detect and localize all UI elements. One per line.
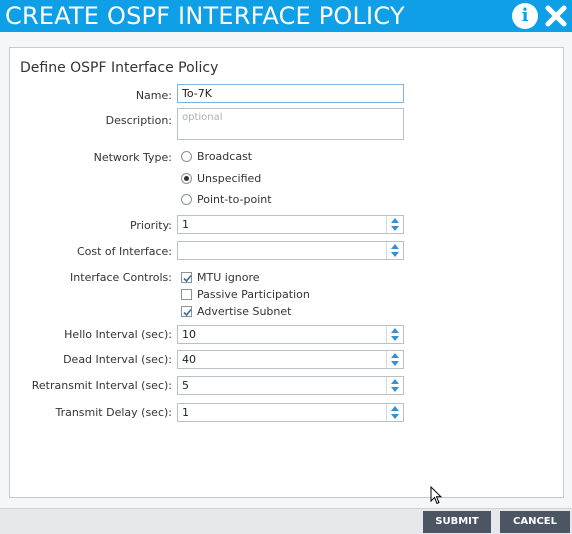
hello-interval-stepper[interactable]: 10: [177, 325, 404, 344]
priority-label: Priority:: [129, 219, 172, 232]
priority-spinner[interactable]: [386, 216, 403, 233]
priority-stepper[interactable]: 1: [177, 215, 404, 234]
radio-unspecified-label: Unspecified: [197, 172, 262, 185]
transmit-delay-label: Transmit Delay (sec):: [55, 406, 172, 419]
spin-down-icon[interactable]: [390, 413, 400, 420]
spin-down-icon[interactable]: [390, 335, 400, 342]
spin-up-icon[interactable]: [390, 405, 400, 412]
cancel-button[interactable]: CANCEL: [500, 511, 570, 533]
checkbox-icon: [181, 289, 192, 300]
spin-up-icon[interactable]: [390, 352, 400, 359]
hello-interval-value: 10: [182, 328, 196, 341]
description-placeholder: optional: [182, 112, 223, 123]
dead-interval-label: Dead Interval (sec):: [63, 353, 172, 366]
cost-label: Cost of Interface:: [76, 245, 172, 258]
name-value: To-7K: [182, 87, 212, 100]
checkbox-checked-icon: [181, 306, 192, 317]
cost-stepper[interactable]: [177, 241, 404, 260]
description-label: Description:: [105, 114, 172, 127]
dead-interval-value: 40: [182, 353, 196, 366]
dead-interval-spinner[interactable]: [386, 351, 403, 368]
checkbox-mtu-ignore-label: MTU ignore: [197, 271, 260, 284]
spin-down-icon[interactable]: [390, 251, 400, 258]
checkbox-checked-icon: [181, 272, 192, 283]
dead-interval-stepper[interactable]: 40: [177, 350, 404, 369]
transmit-delay-stepper[interactable]: 1: [177, 403, 404, 422]
spin-down-icon[interactable]: [390, 225, 400, 232]
checkbox-passive-participation-label: Passive Participation: [197, 288, 310, 301]
radio-point-to-point-label: Point-to-point: [197, 193, 272, 206]
hello-interval-spinner[interactable]: [386, 326, 403, 343]
spin-up-icon[interactable]: [390, 378, 400, 385]
form-heading: Define OSPF Interface Policy: [20, 60, 219, 76]
dialog-header: CREATE OSPF INTERFACE POLICY: [0, 0, 572, 32]
mouse-cursor-icon: [430, 486, 442, 505]
retransmit-interval-spinner[interactable]: [386, 377, 403, 394]
submit-button[interactable]: SUBMIT: [423, 511, 491, 533]
interface-controls-label: Interface Controls:: [70, 271, 172, 284]
retransmit-interval-label: Retransmit Interval (sec):: [31, 379, 172, 392]
info-icon[interactable]: i: [512, 3, 538, 29]
transmit-delay-value: 1: [182, 406, 189, 419]
close-icon[interactable]: [543, 3, 569, 29]
spin-up-icon[interactable]: [390, 217, 400, 224]
radio-selected-icon: [181, 173, 192, 184]
name-label: Name:: [135, 89, 172, 102]
name-input[interactable]: To-7K: [177, 84, 404, 103]
description-input[interactable]: optional: [177, 108, 404, 140]
retransmit-interval-stepper[interactable]: 5: [177, 376, 404, 395]
spin-up-icon[interactable]: [390, 327, 400, 334]
radio-icon: [181, 151, 192, 162]
dialog-title: CREATE OSPF INTERFACE POLICY: [5, 2, 405, 30]
spin-down-icon[interactable]: [390, 386, 400, 393]
transmit-delay-spinner[interactable]: [386, 404, 403, 421]
spin-down-icon[interactable]: [390, 360, 400, 367]
form-panel: Define OSPF Interface Policy Name: To-7K…: [9, 47, 564, 498]
priority-value: 1: [182, 218, 189, 231]
radio-broadcast-label: Broadcast: [197, 150, 253, 163]
spin-up-icon[interactable]: [390, 243, 400, 250]
radio-icon: [181, 194, 192, 205]
network-type-label: Network Type:: [93, 151, 172, 164]
hello-interval-label: Hello Interval (sec):: [64, 328, 172, 341]
retransmit-interval-value: 5: [182, 379, 189, 392]
cost-spinner[interactable]: [386, 242, 403, 259]
checkbox-advertise-subnet-label: Advertise Subnet: [197, 305, 292, 318]
